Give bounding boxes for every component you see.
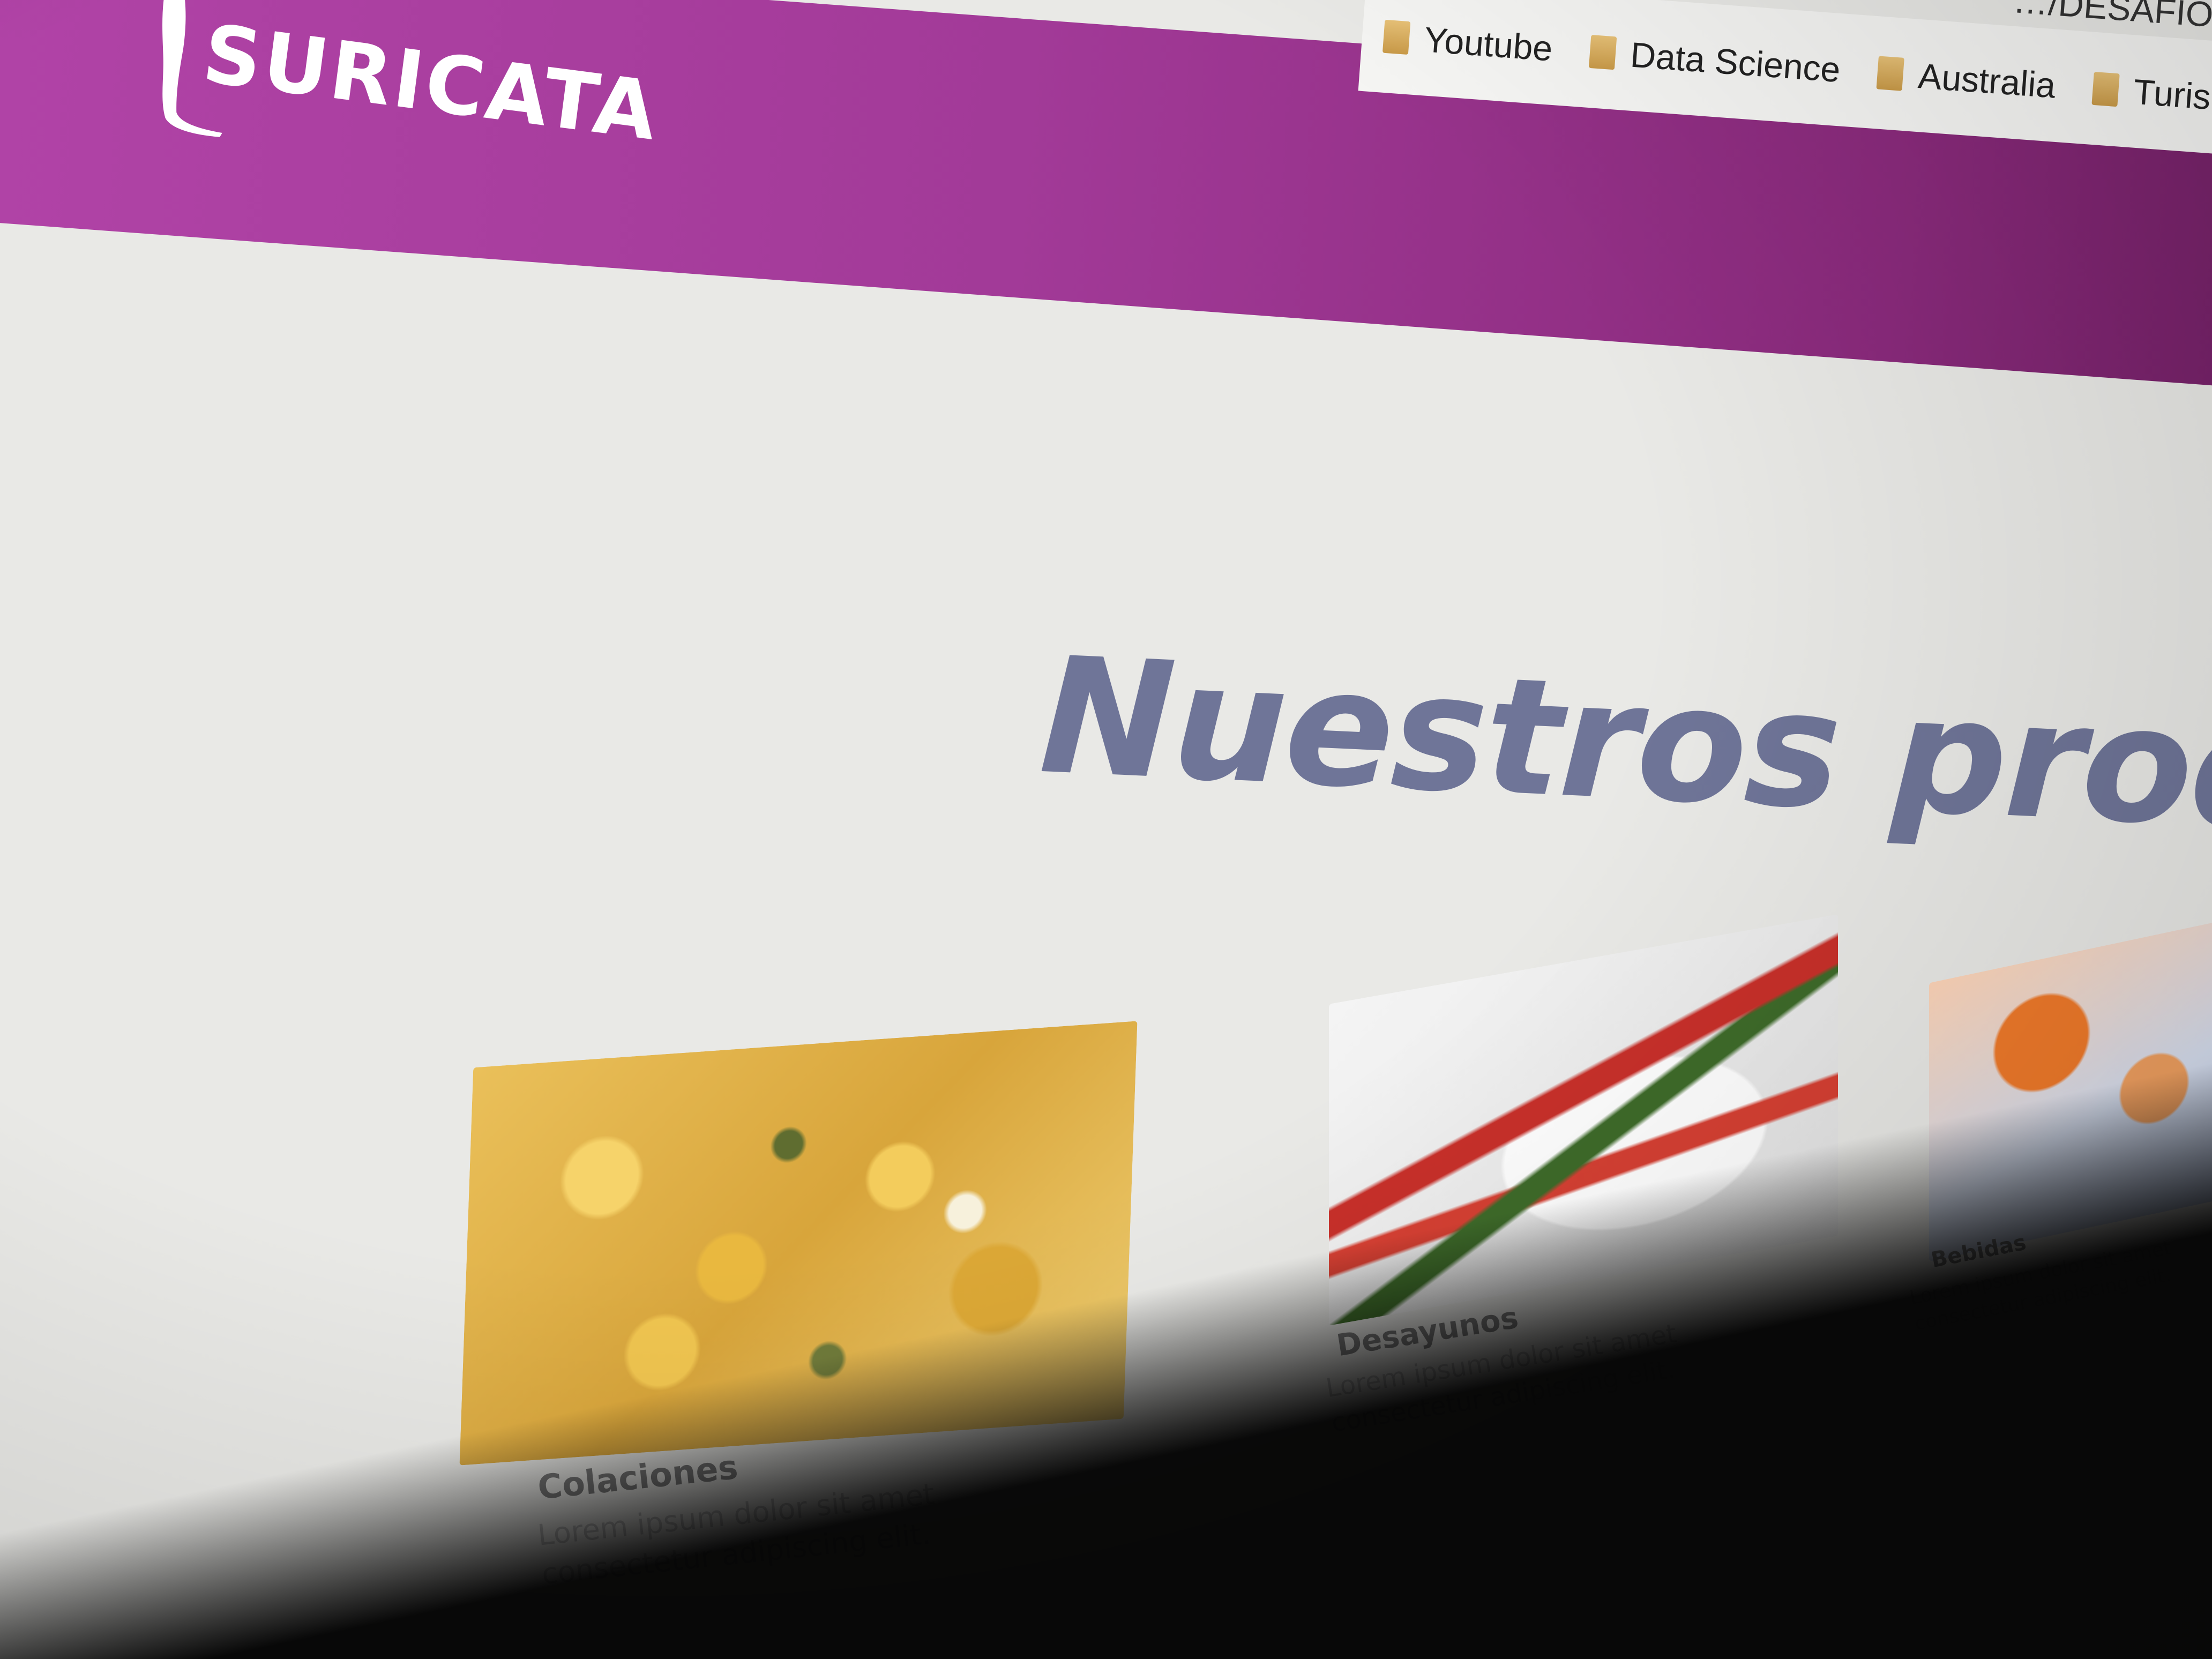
bookmark-turismo[interactable]: Turismo [2091, 68, 2212, 121]
bookmark-label: Turismo [2132, 71, 2212, 121]
browser-screen: SURICATA Youtube Data Science Australia … [0, 0, 2212, 1659]
folder-icon [1382, 19, 1411, 55]
brand-logo-text[interactable]: SURICATA [198, 8, 664, 159]
folder-icon [1876, 56, 1905, 91]
page-title: Nuestros productos [1036, 622, 2212, 888]
bookmark-label: Youtube [1423, 19, 1554, 69]
bookmark-youtube[interactable]: Youtube [1382, 16, 1554, 69]
product-image-desayunos[interactable] [1329, 914, 1838, 1326]
bookmark-australia[interactable]: Australia [1876, 52, 2057, 106]
bookmark-label: Australia [1917, 56, 2057, 106]
folder-icon [2091, 71, 2120, 107]
product-image-colaciones[interactable] [459, 1021, 1138, 1466]
folder-icon [1588, 34, 1617, 70]
bookmark-data-science[interactable]: Data Science [1588, 31, 1842, 90]
bookmark-label: Data Science [1629, 34, 1842, 90]
product-image-bebidas[interactable] [1929, 903, 2212, 1262]
